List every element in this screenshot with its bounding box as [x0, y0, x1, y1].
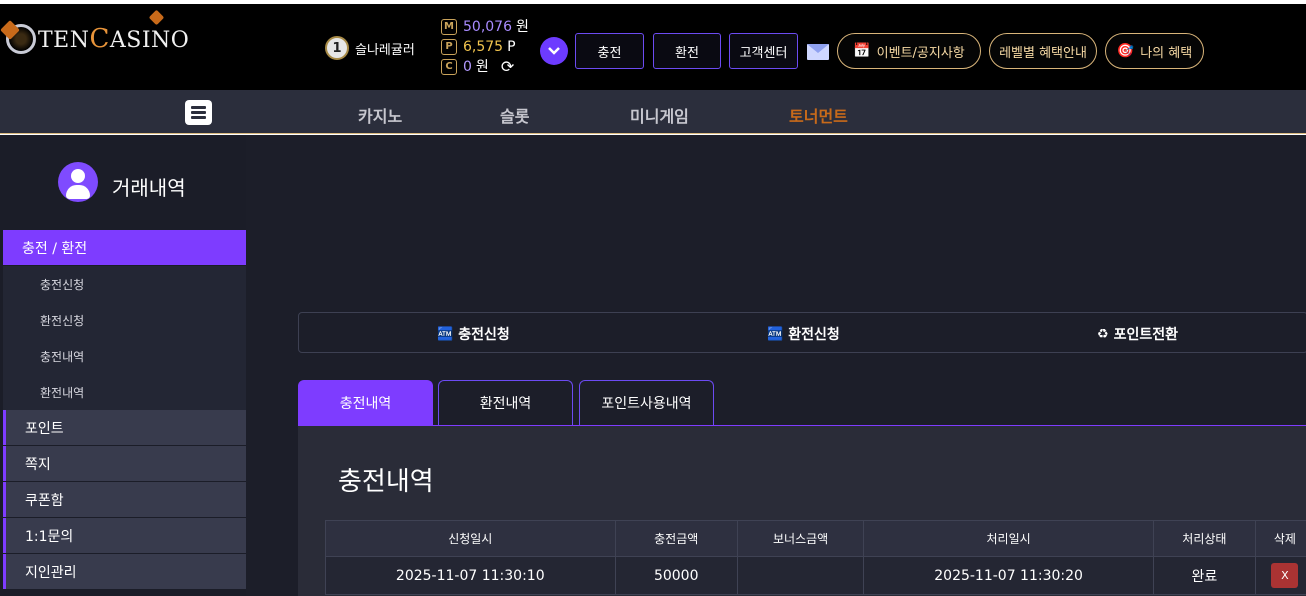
tab-exchange-history[interactable]: 환전내역	[438, 380, 573, 425]
cell-delete: X	[1254, 556, 1306, 595]
cell-processed: 2025-11-07 11:30:20	[863, 556, 1154, 595]
table-header-row: 신청일시 충전금액 보너스금액 처리일시 처리상태 삭제	[325, 520, 1306, 557]
logo-text: TENCASINO	[38, 24, 190, 54]
cell-amount: 50000	[614, 556, 738, 595]
tab-charge-history[interactable]: 충전내역	[298, 380, 433, 425]
menu-bar-icon	[191, 111, 206, 114]
main-content: 🏧 충전신청 🏧 환전신청 ♻ 포인트전환 충전내역 환전내역 포인트사용내역 …	[246, 135, 1306, 596]
top-header: TENCASINO 1 슬나레귤러 M 50,076 원 P 6,575 P C…	[0, 4, 1306, 90]
point-convert-action[interactable]: ♻ 포인트전환	[1097, 324, 1178, 344]
col-delete: 삭제	[1254, 520, 1306, 557]
charge-request-label: 충전신청	[458, 327, 510, 343]
nav-tournament[interactable]: 토너먼트	[789, 103, 848, 127]
support-button[interactable]: 고객센터	[729, 33, 798, 69]
nav-casino[interactable]: 카지노	[358, 103, 402, 127]
site-logo[interactable]: TENCASINO	[0, 9, 190, 64]
wallet: M 50,076 원 P 6,575 P C 0 원 ⟳	[441, 17, 529, 77]
charge-request-action[interactable]: 🏧 충전신청	[437, 324, 510, 344]
point-unit: P	[507, 39, 516, 55]
sidebar-sub-exchange-history[interactable]: 환전내역	[3, 374, 246, 410]
events-button[interactable]: 📅 이벤트/공지사항	[837, 33, 981, 69]
action-bar: 🏧 충전신청 🏧 환전신청 ♻ 포인트전환	[298, 312, 1306, 353]
sidebar-sub-charge-request[interactable]: 충전신청	[3, 266, 246, 302]
point-value: 6,575	[463, 39, 504, 55]
user-icon	[58, 162, 98, 202]
nav-slot[interactable]: 슬롯	[500, 103, 529, 127]
cell-status: 완료	[1152, 556, 1256, 595]
point-convert-label: 포인트전환	[1113, 327, 1179, 343]
coupon-unit: 원	[475, 59, 489, 75]
coupon-icon: C	[441, 59, 457, 75]
col-bonus: 보너스금액	[736, 520, 865, 557]
sidebar-section-charge-exchange[interactable]: 충전 / 환전	[3, 230, 246, 265]
refresh-icon[interactable]: ⟳	[501, 57, 514, 77]
money-icon: M	[441, 19, 457, 35]
wallet-expand-button[interactable]	[540, 37, 568, 65]
exchange-request-action[interactable]: 🏧 환전신청	[767, 324, 840, 344]
point-balance: P 6,575 P	[441, 37, 529, 57]
nav-minigame[interactable]: 미니게임	[630, 103, 689, 127]
chevron-down-icon	[548, 47, 560, 55]
col-processed: 처리일시	[863, 520, 1154, 557]
sidebar-item-inquiry[interactable]: 1:1문의	[3, 518, 246, 553]
delete-button[interactable]: X	[1271, 563, 1299, 588]
sidebar-item-message[interactable]: 쪽지	[3, 446, 246, 481]
my-benefit-label: 나의 혜택	[1140, 45, 1193, 61]
sidebar-item-coupon[interactable]: 쿠폰함	[3, 482, 246, 517]
target-icon: 🎯	[1116, 43, 1135, 59]
point-convert-icon: ♻	[1097, 326, 1109, 342]
sidebar-item-point[interactable]: 포인트	[3, 410, 246, 445]
coupon-balance: C 0 원 ⟳	[441, 57, 529, 77]
charge-button[interactable]: 충전	[575, 33, 644, 69]
sidebar-sub-charge-history[interactable]: 충전내역	[3, 338, 246, 374]
menu-bar-icon	[191, 106, 206, 109]
hamburger-menu-button[interactable]	[185, 100, 212, 125]
money-unit: 원	[516, 19, 529, 35]
events-label: 이벤트/공지사항	[876, 45, 965, 61]
col-amount: 충전금액	[614, 520, 738, 557]
main-nav: 카지노 슬롯 미니게임 토너먼트	[0, 90, 1306, 134]
user-level: 1 슬나레귤러	[325, 36, 415, 60]
safe-icon: 🏧	[437, 326, 454, 342]
logo-emblem	[0, 20, 36, 54]
safe-icon: 🏧	[767, 326, 784, 342]
logo-leaf-icon	[0, 20, 20, 40]
cell-requested: 2025-11-07 11:30:10	[325, 556, 616, 595]
page-body: 거래내역 충전 / 환전 충전신청 환전신청 충전내역 환전내역 포인트 쪽지 …	[0, 135, 1306, 596]
exchange-button[interactable]: 환전	[653, 33, 721, 69]
history-table: 신청일시 충전금액 보너스금액 처리일시 처리상태 삭제 2025-11-07 …	[325, 520, 1306, 595]
sidebar-item-referral[interactable]: 지인관리	[3, 554, 246, 589]
coupon-value: 0	[463, 59, 472, 75]
sidebar-title: 거래내역	[112, 176, 186, 200]
history-panel: 충전내역 신청일시 충전금액 보너스금액 처리일시 처리상태 삭제 2025-1…	[298, 425, 1306, 596]
point-icon: P	[441, 39, 457, 55]
table-row: 2025-11-07 11:30:10 50000 2025-11-07 11:…	[325, 556, 1306, 595]
mail-icon[interactable]	[807, 44, 829, 60]
exchange-request-label: 환전신청	[788, 327, 840, 343]
sidebar-sub-exchange-request[interactable]: 환전신청	[3, 302, 246, 338]
cell-bonus	[736, 556, 865, 595]
money-value: 50,076	[463, 19, 512, 35]
col-requested: 신청일시	[325, 520, 616, 557]
level-benefit-button[interactable]: 레벨별 혜택안내	[989, 33, 1097, 69]
panel-title: 충전내역	[338, 467, 434, 497]
menu-bar-icon	[191, 116, 206, 119]
level-benefit-label: 레벨별 혜택안내	[999, 45, 1087, 61]
col-status: 처리상태	[1152, 520, 1256, 557]
calendar-icon: 📅	[853, 43, 871, 59]
money-balance: M 50,076 원	[441, 17, 529, 37]
username: 슬나레귤러	[355, 42, 415, 58]
my-benefit-button[interactable]: 🎯 나의 혜택	[1105, 33, 1204, 69]
level-badge: 1	[325, 36, 349, 60]
logo-leaf-small-icon	[148, 9, 165, 26]
sidebar: 거래내역 충전 / 환전 충전신청 환전신청 충전내역 환전내역 포인트 쪽지 …	[0, 135, 246, 596]
tab-point-usage[interactable]: 포인트사용내역	[579, 380, 714, 425]
